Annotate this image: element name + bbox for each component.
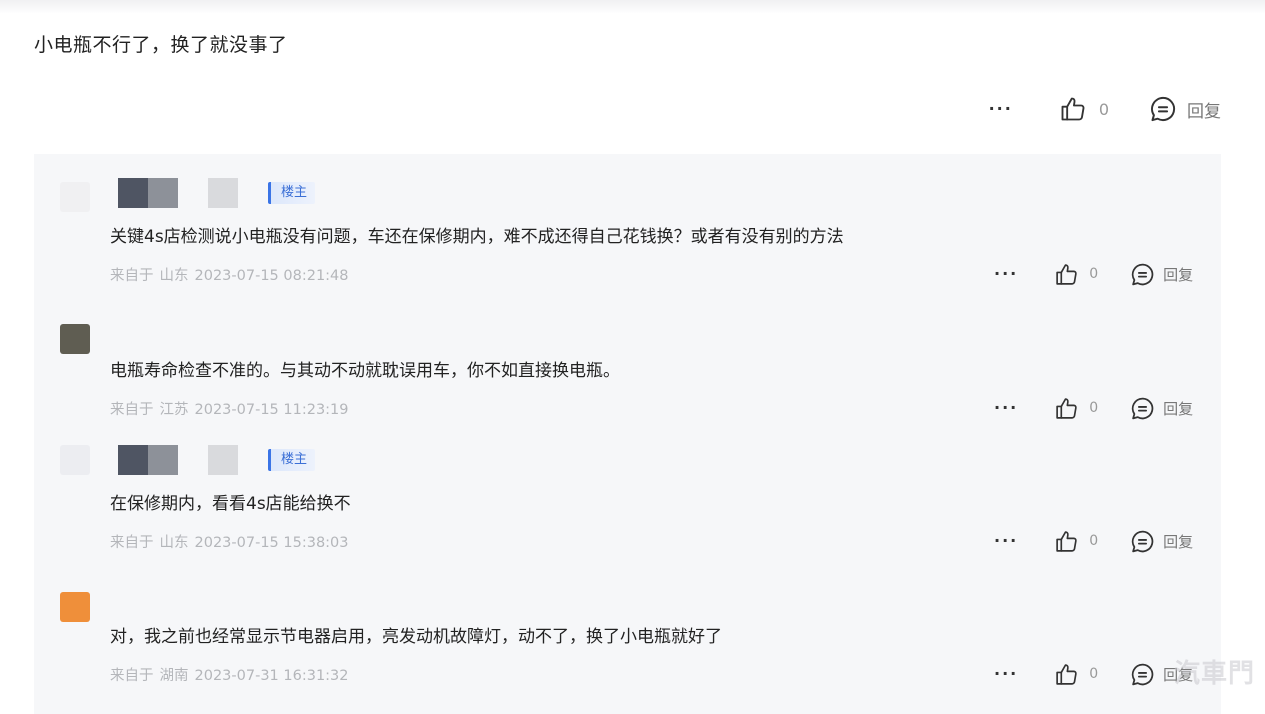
- like-count: 0: [1089, 666, 1099, 682]
- reply-actions: ··· 0 回复: [994, 526, 1193, 556]
- reply-label: 回复: [1163, 532, 1194, 551]
- top-divider: [0, 0, 1265, 14]
- timestamp: 2023-07-15 15:38:03: [194, 535, 349, 551]
- username-mask: [208, 445, 238, 475]
- reply-text: 关键4s店检测说小电瓶没有问题，车还在保修期内，难不成还得自己花钱换？或者有没有…: [110, 227, 844, 247]
- meta-prefix: 来自于: [110, 535, 154, 551]
- reply-actions: ··· 0 回复: [994, 393, 1193, 423]
- like-count: 0: [1089, 400, 1099, 416]
- reply-button[interactable]: 回复: [1149, 95, 1221, 123]
- username-mask: [148, 178, 178, 208]
- like-button[interactable]: 0: [1054, 396, 1130, 421]
- more-options-button[interactable]: ···: [989, 101, 1013, 117]
- reply-meta: 来自于 江苏 2023-07-15 11:23:19: [110, 398, 349, 419]
- reply-meta: 来自于 湖南 2023-07-31 16:31:32: [110, 664, 349, 685]
- reply-text: 在保修期内，看看4s店能给换不: [110, 494, 351, 514]
- region: 湖南: [159, 668, 189, 684]
- site-watermark: 汽車門: [1173, 659, 1255, 689]
- like-count: 0: [1089, 533, 1099, 549]
- more-options-button[interactable]: ···: [994, 266, 1018, 282]
- op-badge: 楼主: [268, 449, 316, 471]
- region: 江苏: [159, 402, 189, 418]
- reply-text: 电瓶寿命检查不准的。与其动不动就耽误用车，你不如直接换电瓶。: [110, 361, 620, 381]
- comment-icon: [1151, 96, 1176, 122]
- like-button[interactable]: 0: [1054, 529, 1130, 554]
- timestamp: 2023-07-15 08:21:48: [194, 268, 349, 284]
- avatar[interactable]: [60, 324, 90, 354]
- username-mask: [148, 445, 178, 475]
- username[interactable]: 楼主: [118, 178, 316, 208]
- reply-button[interactable]: 回复: [1130, 396, 1193, 421]
- username-mask: [208, 178, 238, 208]
- thumbs-up-icon: [1056, 263, 1077, 285]
- username-mask: [118, 445, 148, 475]
- more-options-button[interactable]: ···: [994, 666, 1018, 682]
- op-badge: 楼主: [268, 182, 316, 204]
- replies-container: 楼主 关键4s店检测说小电瓶没有问题，车还在保修期内，难不成还得自己花钱换？或者…: [34, 154, 1221, 714]
- like-button[interactable]: 0: [1054, 662, 1130, 687]
- reply-button[interactable]: 回复: [1130, 529, 1193, 554]
- reply-actions: ··· 0 回复: [994, 659, 1193, 689]
- main-comment-text: 小电瓶不行了，换了就没事了: [34, 34, 288, 56]
- username[interactable]: 楼主: [118, 445, 316, 475]
- comment-icon: [1132, 663, 1154, 685]
- meta-prefix: 来自于: [110, 402, 154, 418]
- region: 山东: [159, 535, 189, 551]
- thumbs-up-icon: [1056, 663, 1077, 685]
- like-count: 0: [1089, 266, 1099, 282]
- timestamp: 2023-07-31 16:31:32: [194, 668, 349, 684]
- avatar[interactable]: [60, 182, 90, 212]
- main-comment-actions: ··· 0 回复: [989, 92, 1221, 126]
- thumbs-up-icon: [1061, 97, 1085, 121]
- like-count: 0: [1098, 99, 1109, 119]
- timestamp: 2023-07-15 11:23:19: [194, 402, 349, 418]
- reply-label: 回复: [1163, 399, 1194, 418]
- reply-meta: 来自于 山东 2023-07-15 08:21:48: [110, 264, 349, 285]
- comment-icon: [1132, 530, 1154, 552]
- reply-label: 回复: [1187, 101, 1221, 122]
- like-button[interactable]: 0: [1059, 95, 1149, 123]
- more-options-button[interactable]: ···: [994, 400, 1018, 416]
- comment-icon: [1132, 263, 1154, 285]
- reply-label: 回复: [1163, 265, 1194, 284]
- meta-prefix: 来自于: [110, 268, 154, 284]
- comment-icon: [1132, 397, 1154, 419]
- avatar[interactable]: [60, 445, 90, 475]
- region: 山东: [159, 268, 189, 284]
- meta-prefix: 来自于: [110, 668, 154, 684]
- thumbs-up-icon: [1056, 530, 1077, 552]
- like-button[interactable]: 0: [1054, 262, 1130, 287]
- avatar[interactable]: [60, 592, 90, 622]
- thumbs-up-icon: [1056, 397, 1077, 419]
- more-options-button[interactable]: ···: [994, 533, 1018, 549]
- reply-button[interactable]: 回复: [1130, 262, 1193, 287]
- username-mask: [118, 178, 148, 208]
- reply-text: 对，我之前也经常显示节电器启用，亮发动机故障灯，动不了，换了小电瓶就好了: [110, 627, 722, 647]
- reply-meta: 来自于 山东 2023-07-15 15:38:03: [110, 531, 349, 552]
- reply-actions: ··· 0 回复: [994, 259, 1193, 289]
